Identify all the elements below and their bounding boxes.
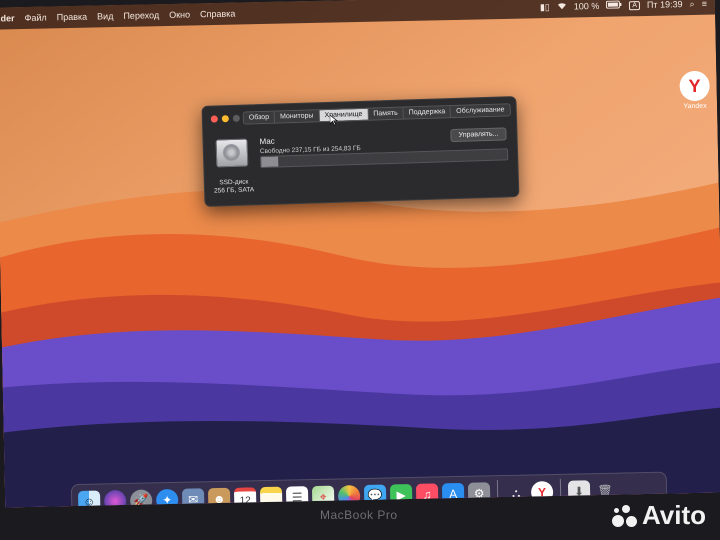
avito-logo-icon — [611, 503, 638, 529]
photos-icon[interactable] — [337, 485, 361, 508]
tab-support[interactable]: Поддержка — [403, 106, 452, 119]
about-this-mac-window: Обзор Мониторы Хранилище Память Поддержк… — [201, 96, 520, 207]
battery-percent[interactable]: 100 % — [574, 1, 600, 12]
menu-edit[interactable]: Правка — [57, 12, 88, 23]
calendar-day: 12 — [239, 494, 251, 507]
storage-used-fill — [261, 156, 279, 168]
music-icon[interactable]: ♫ — [415, 483, 439, 506]
dock-separator-2 — [559, 478, 562, 505]
avito-watermark: Avito — [611, 500, 706, 531]
facetime-icon[interactable]: ▶ — [389, 483, 413, 507]
contacts-icon[interactable]: ☻ — [207, 487, 231, 508]
downloads-icon[interactable]: ⬇ — [567, 480, 591, 503]
menu-go[interactable]: Переход — [123, 10, 159, 21]
disk-description: SSD-диск 256 ГБ, SATA — [209, 178, 259, 196]
input-source-icon[interactable]: A — [629, 0, 641, 10]
siri-icon[interactable] — [103, 489, 127, 508]
wifi-icon[interactable] — [557, 2, 567, 12]
trash-icon[interactable]: 🗑 — [594, 480, 616, 502]
tab-overview[interactable]: Обзор — [243, 111, 276, 124]
minimize-button[interactable] — [221, 115, 229, 123]
mac-screen: nder Файл Правка Вид Переход Окно Справк… — [0, 0, 720, 508]
maps-icon[interactable]: ⌖ — [311, 485, 335, 508]
tab-displays[interactable]: Мониторы — [274, 110, 320, 123]
notes-icon[interactable] — [259, 486, 283, 508]
desktop-yandex-label: Yandex — [683, 102, 707, 111]
yandex-icon[interactable]: Y — [530, 481, 554, 504]
tab-storage[interactable]: Хранилище — [319, 108, 369, 122]
app-store-icon[interactable]: A — [441, 482, 465, 506]
tab-bar: Обзор Мониторы Хранилище Память Поддержк… — [242, 103, 511, 125]
ssd-drive-icon — [215, 138, 249, 168]
menu-help[interactable]: Справка — [200, 9, 236, 20]
launchpad-icon[interactable]: 🚀 — [129, 489, 153, 508]
tab-memory[interactable]: Память — [368, 107, 404, 120]
tab-service[interactable]: Обслуживание — [451, 104, 510, 118]
mouse-cursor-icon — [329, 114, 338, 126]
calendar-icon[interactable]: 12 — [233, 487, 257, 508]
disk-capacity-label: 256 ГБ, SATA — [213, 186, 255, 195]
airdrop-icon[interactable]: ⛬ — [505, 482, 527, 504]
manage-button[interactable]: Управлять... — [450, 127, 507, 143]
volume-name: Mac — [259, 136, 275, 147]
desktop-yandex-shortcut[interactable]: Y Yandex — [674, 70, 715, 111]
menu-window[interactable]: Окно — [169, 10, 190, 20]
zoom-button[interactable] — [232, 114, 240, 122]
mail-icon[interactable]: ✉ — [181, 488, 205, 508]
menu-view[interactable]: Вид — [97, 11, 114, 21]
control-center-icon[interactable]: ≡ — [702, 0, 707, 9]
safari-icon[interactable]: ✦ — [155, 488, 179, 508]
menu-extras-icon[interactable]: ▮▯ — [540, 1, 550, 12]
reminders-icon[interactable]: ☰ — [285, 486, 309, 508]
messages-icon[interactable]: 💬 — [363, 484, 387, 507]
dock-separator — [496, 480, 499, 507]
finder-icon[interactable]: ☺ — [77, 490, 101, 508]
wallpaper — [0, 0, 720, 508]
menu-app-name[interactable]: nder — [0, 13, 15, 23]
window-controls — [210, 114, 240, 123]
system-preferences-icon[interactable]: ⚙ — [467, 482, 491, 505]
menu-file[interactable]: Файл — [24, 13, 46, 23]
menu-clock[interactable]: Пт 19:39 — [647, 0, 683, 10]
search-icon[interactable]: ⌕ — [689, 0, 694, 10]
close-button[interactable] — [210, 115, 218, 123]
battery-icon[interactable] — [606, 0, 622, 10]
avito-watermark-text: Avito — [641, 500, 706, 530]
yandex-icon: Y — [679, 70, 710, 102]
macbook-bezel-label: MacBook Pro — [320, 508, 398, 522]
